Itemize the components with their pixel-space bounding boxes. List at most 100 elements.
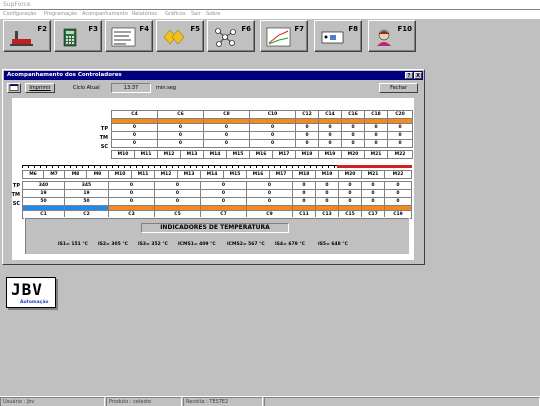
sc-value: 0 [341, 139, 366, 148]
app-title: SupForce [3, 1, 31, 8]
app-titlebar: SupForce [0, 0, 540, 10]
trend-chart-icon [266, 27, 291, 47]
sc-value: 0 [111, 139, 158, 148]
f2-button[interactable]: F2 [3, 20, 51, 52]
menu-sobre[interactable]: Sobre [206, 11, 220, 17]
help-button[interactable]: ? [405, 72, 413, 79]
tp-value: 0 [246, 181, 293, 190]
menu-configuracao[interactable]: Configuração [3, 11, 36, 17]
tm-value: 0 [361, 189, 385, 198]
f5-key: F5 [190, 25, 200, 33]
controller-header: C6 [157, 110, 204, 119]
menu-programacao[interactable]: Programação [44, 11, 77, 17]
sc-value: 0 [387, 139, 414, 148]
window-close-button[interactable]: X [414, 72, 422, 79]
f4-button[interactable]: F4 [105, 20, 153, 52]
logo-subtext: Automação [20, 300, 49, 305]
print-button[interactable]: Imprimir [25, 83, 55, 93]
motor-label: M11 [134, 150, 158, 159]
diamonds-icon [163, 29, 185, 45]
sc-value: 0 [248, 139, 297, 148]
f10-key: F10 [397, 25, 412, 33]
bottom-sc-row: 50 50 0 0 0 0 0 0 0 0 0 [22, 197, 412, 206]
tm-value: 0 [295, 131, 320, 140]
controller-header: C16 [341, 110, 366, 119]
sc-value: 0 [246, 197, 293, 206]
motor-label: M15 [226, 150, 250, 159]
calculator-icon [63, 28, 77, 47]
document-list-icon [111, 27, 136, 47]
cycle-value: 13:37 [111, 83, 151, 93]
f10-button[interactable]: F10 [368, 20, 416, 52]
controller-header: C10 [248, 110, 297, 119]
motor-label: M10 [108, 170, 132, 179]
sc-value: 0 [292, 197, 316, 206]
motor-label: M19 [318, 150, 343, 159]
tm-value: 0 [384, 189, 412, 198]
menu-sair[interactable]: Sair [191, 11, 201, 17]
tm-value: 0 [318, 131, 343, 140]
tp-value: 0 [384, 181, 412, 190]
motor-label: M16 [246, 170, 270, 179]
sc-row-label: SC [100, 144, 108, 150]
temp-is4: IS4= 679 °C [275, 242, 305, 247]
controller-header: C20 [387, 110, 414, 119]
tp-value: 0 [315, 181, 339, 190]
sc-value: 0 [157, 139, 204, 148]
menu-acompanhamento[interactable]: Acompanhamento [82, 11, 128, 17]
motor-label: M18 [295, 150, 320, 159]
temperature-indicators: INDICADORES DE TEMPERATURA IS1= 151 °C I… [24, 217, 410, 255]
menu-bar: Configuração Programação Acompanhamento … [0, 10, 540, 19]
f5-button[interactable]: F5 [156, 20, 204, 52]
controllers-window: Acompanhamento dos Controladores ? X Imp… [2, 69, 425, 265]
tp-value: 0 [200, 181, 247, 190]
controller-header: C12 [295, 110, 320, 119]
network-icon [215, 28, 236, 47]
f7-button[interactable]: F7 [260, 20, 308, 52]
tm-value: 0 [111, 131, 158, 140]
motor-label: M14 [200, 170, 224, 179]
sc-value: 50 [64, 197, 109, 206]
f6-button[interactable]: F6 [207, 20, 255, 52]
f2-key: F2 [37, 25, 47, 33]
f4-key: F4 [139, 25, 149, 33]
tp-value: 340 [22, 181, 65, 190]
motor-label: M13 [180, 150, 204, 159]
f3-button[interactable]: F3 [54, 20, 102, 52]
top-motor-row: M10 M11 M12 M13 M14 M15 M16 M17 M18 M19 … [111, 150, 414, 159]
menu-graficos[interactable]: Gráficos [165, 11, 186, 17]
motor-label: M15 [223, 170, 247, 179]
tm-value: 19 [22, 189, 65, 198]
f7-key: F7 [294, 25, 304, 33]
motor-label: M7 [43, 170, 65, 179]
tm-row-label: TM [99, 135, 108, 141]
tp-value: 0 [154, 181, 201, 190]
tp-value: 0 [248, 123, 297, 132]
tp-value: 0 [364, 123, 389, 132]
sc-row-label: SC [12, 201, 20, 207]
sc-value: 0 [364, 139, 389, 148]
motor-label: M19 [315, 170, 339, 179]
fechar-button[interactable]: Fechar [379, 83, 418, 93]
f8-button[interactable]: F8 [314, 20, 362, 52]
print-preview-button[interactable] [7, 83, 21, 93]
controller-header: C18 [364, 110, 389, 119]
motor-label: M8 [64, 170, 87, 179]
tm-row-label: TM [11, 192, 20, 198]
sc-value: 0 [361, 197, 385, 206]
tp-value: 0 [108, 181, 155, 190]
menu-relatorios[interactable]: Relatórios [132, 11, 157, 17]
motor-label: M17 [269, 170, 293, 179]
furnace-icon [10, 31, 33, 46]
indicators-title: INDICADORES DE TEMPERATURA [141, 223, 289, 233]
sc-value: 0 [200, 197, 247, 206]
top-controllers-table: C4 C6 C8 C10 C12 C14 C16 C18 C20 0 0 0 0… [111, 110, 414, 159]
top-sc-row: 0 0 0 0 0 0 0 0 0 [111, 139, 414, 148]
sc-value: 0 [108, 197, 155, 206]
f3-key: F3 [88, 25, 98, 33]
tp-value: 0 [361, 181, 385, 190]
tm-value: 0 [248, 131, 297, 140]
tp-value: 0 [295, 123, 320, 132]
window-icon [9, 84, 19, 91]
temp-icms2: ICMS2= 567 °C [227, 242, 265, 247]
